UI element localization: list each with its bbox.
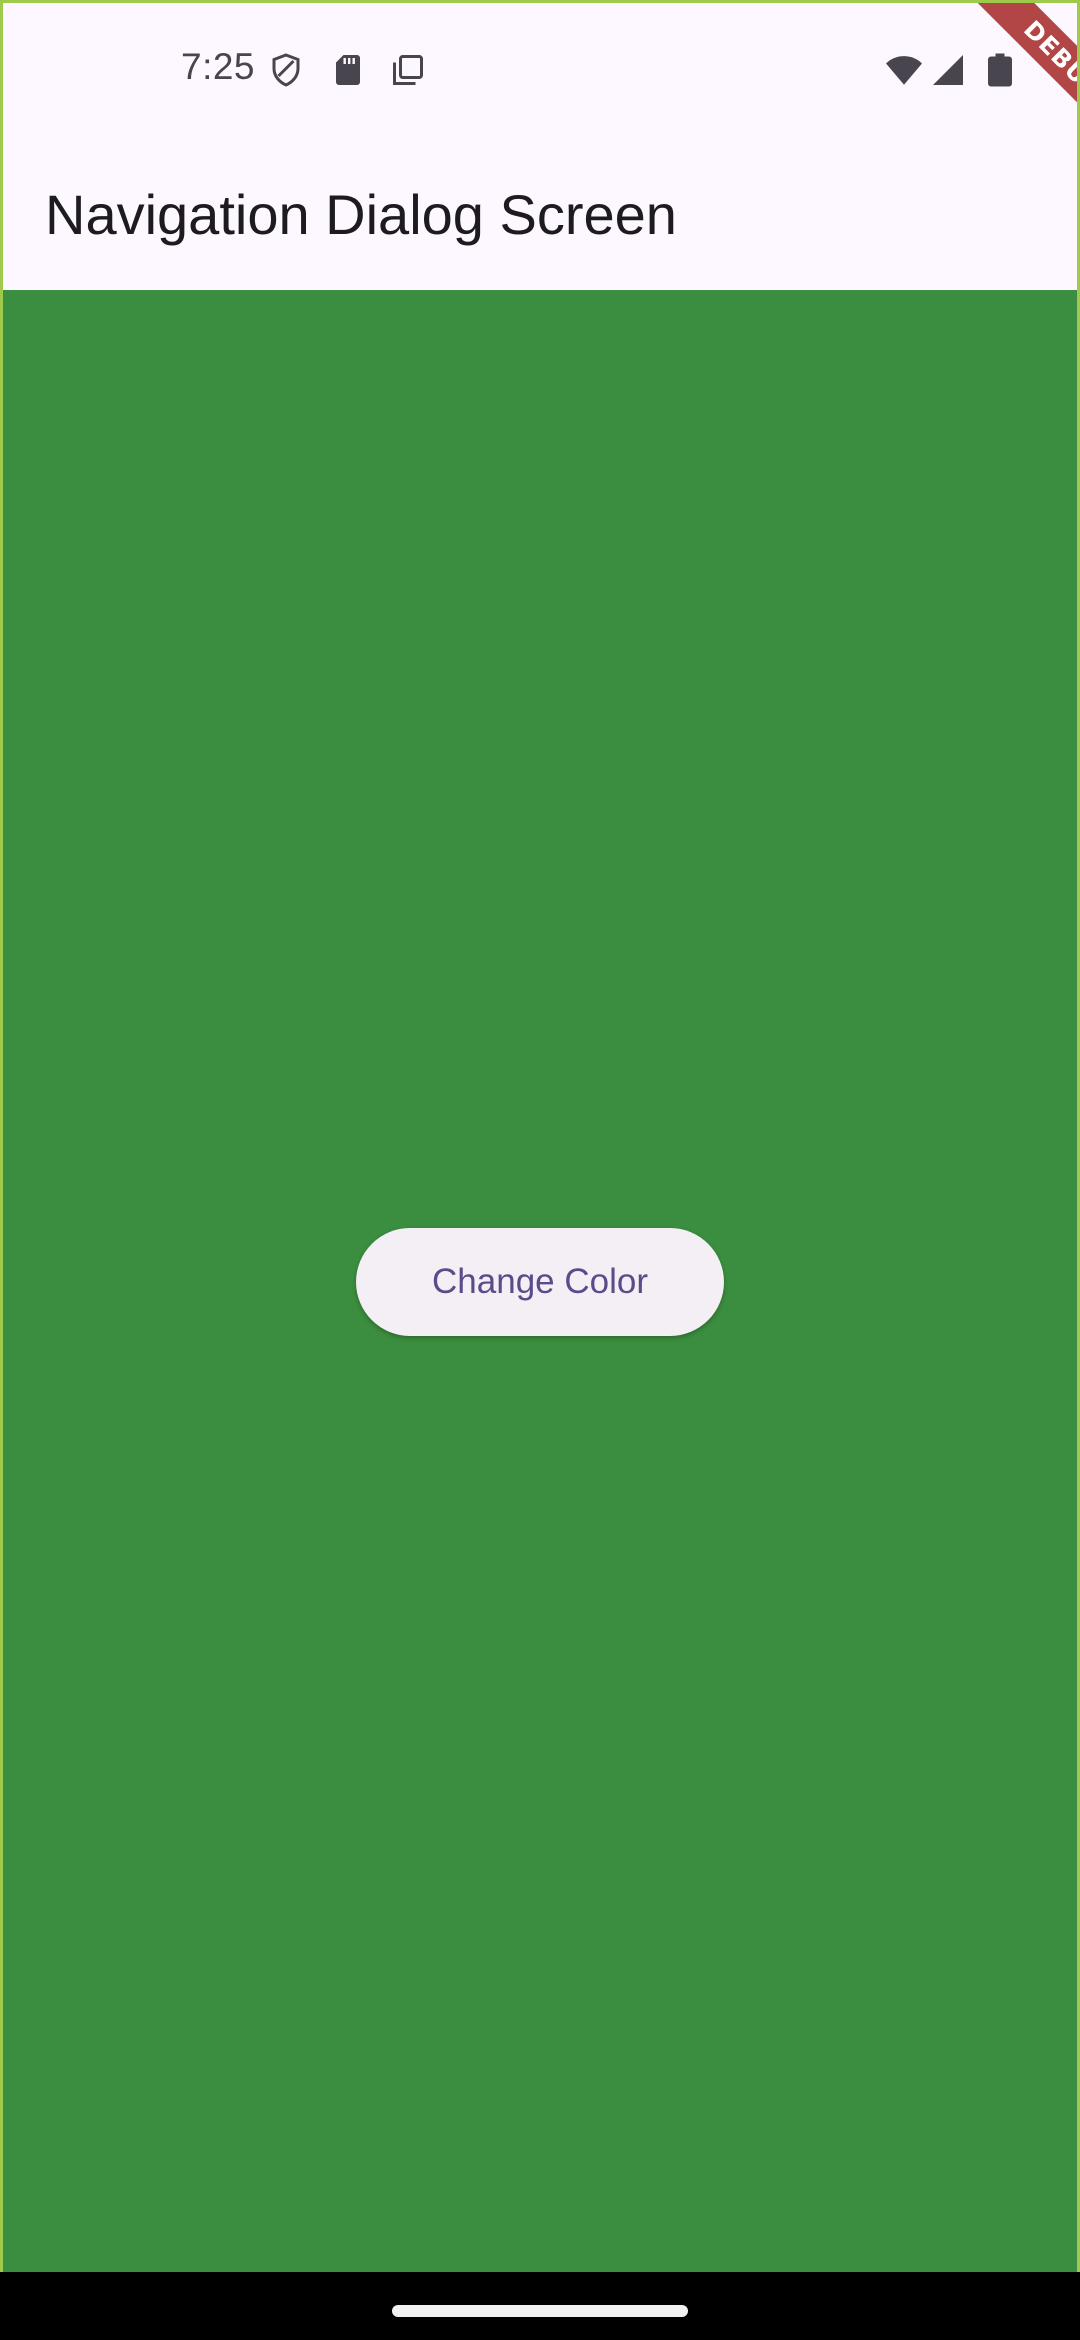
change-color-label: Change Color <box>432 1262 648 1301</box>
battery-icon <box>982 52 1018 88</box>
page-title: Navigation Dialog Screen <box>45 183 677 246</box>
change-color-button[interactable]: Change Color <box>356 1228 724 1336</box>
status-bar: 7:25 <box>0 0 1080 130</box>
cellular-signal-icon <box>930 52 966 88</box>
sd-card-icon <box>330 52 366 88</box>
app-screen: 7:25 Navigation Dialog Screen Change Col… <box>0 0 1080 2340</box>
wifi-icon <box>884 52 924 88</box>
status-time: 7:25 <box>181 46 256 87</box>
gesture-handle[interactable] <box>392 2305 688 2317</box>
window-border-left <box>0 0 3 2272</box>
app-bar: Navigation Dialog Screen <box>0 130 1080 290</box>
window-border-top <box>0 0 1080 3</box>
copy-icon <box>390 52 426 88</box>
shield-icon <box>268 52 304 88</box>
